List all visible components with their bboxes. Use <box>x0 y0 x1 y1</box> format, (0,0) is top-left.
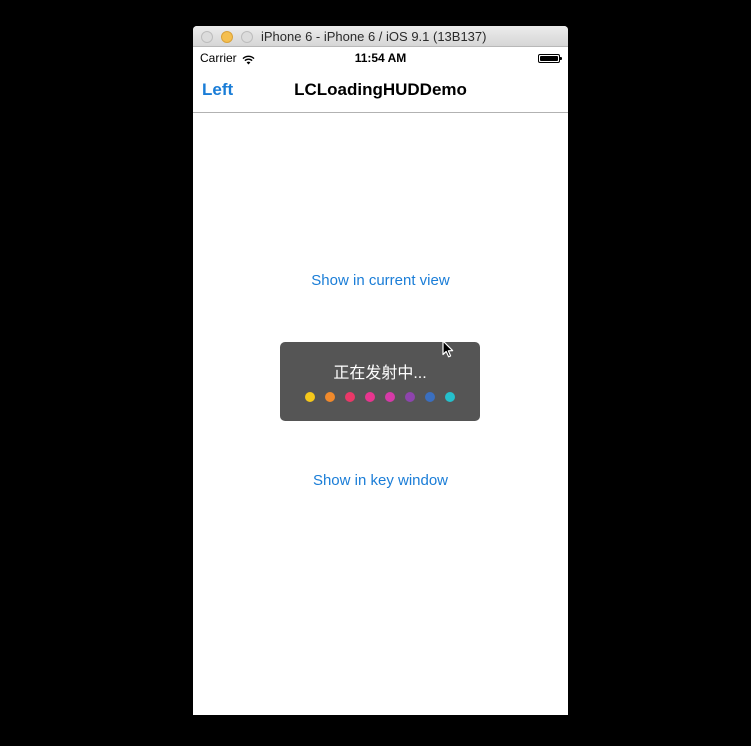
loading-dot <box>305 392 315 402</box>
loading-dots <box>280 392 480 402</box>
show-in-key-window-button[interactable]: Show in key window <box>193 472 568 489</box>
loading-dot <box>405 392 415 402</box>
close-window-button[interactable] <box>201 31 213 43</box>
navigation-bar: Left LCLoadingHUDDemo <box>193 68 568 113</box>
loading-dot <box>385 392 395 402</box>
window-title: iPhone 6 - iPhone 6 / iOS 9.1 (13B137) <box>261 29 487 44</box>
loading-dot <box>365 392 375 402</box>
minimize-window-button[interactable] <box>221 31 233 43</box>
loading-dot <box>345 392 355 402</box>
loading-dot <box>325 392 335 402</box>
status-bar: Carrier 11:54 AM <box>193 47 568 68</box>
loading-dot <box>445 392 455 402</box>
zoom-window-button[interactable] <box>241 31 253 43</box>
loading-dot <box>425 392 435 402</box>
battery-icon <box>538 54 562 63</box>
simulator-window: iPhone 6 - iPhone 6 / iOS 9.1 (13B137) C… <box>193 26 568 715</box>
window-titlebar: iPhone 6 - iPhone 6 / iOS 9.1 (13B137) <box>193 26 568 47</box>
status-time: 11:54 AM <box>354 51 407 65</box>
nav-title: LCLoadingHUDDemo <box>294 80 467 99</box>
show-in-current-view-button[interactable]: Show in current view <box>193 272 568 289</box>
mouse-pointer-icon <box>442 340 454 363</box>
